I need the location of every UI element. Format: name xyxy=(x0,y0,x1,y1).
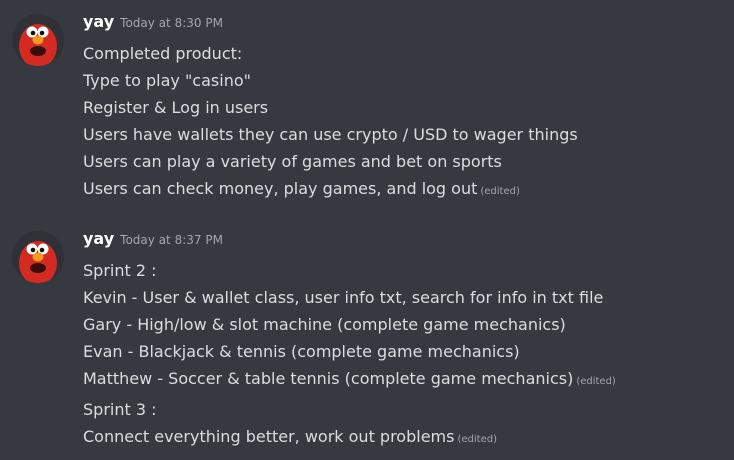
message-header: yay Today at 8:37 PM xyxy=(83,229,223,255)
followup-line: Sprint 3 : xyxy=(83,400,157,419)
message-line-last: Users can check money, play games, and l… xyxy=(83,175,723,202)
timestamp: Today at 8:37 PM xyxy=(120,233,223,247)
message-line: Users have wallets they can use crypto /… xyxy=(83,125,578,144)
message-line: Type to play "casino" xyxy=(83,71,251,90)
edited-label: (edited) xyxy=(480,186,520,197)
message-body: Sprint 2 : Kevin - User & wallet class, … xyxy=(83,257,723,450)
elmo-avatar-icon xyxy=(12,231,64,283)
message-text: Connect everything better, work out prob… xyxy=(83,427,455,446)
elmo-avatar-icon xyxy=(12,14,64,66)
message-line: Users can play a variety of games and be… xyxy=(83,152,502,171)
message-text: Users can check money, play games, and l… xyxy=(83,179,478,198)
user-avatar[interactable] xyxy=(12,231,64,283)
timestamp: Today at 8:30 PM xyxy=(120,16,223,30)
message-line: Kevin - User & wallet class, user info t… xyxy=(83,288,604,307)
username[interactable]: yay xyxy=(83,229,114,248)
message-line: Evan - Blackjack & tennis (complete game… xyxy=(83,342,520,361)
edited-label: (edited) xyxy=(457,434,497,445)
message-line-last: Matthew - Soccer & table tennis (complet… xyxy=(83,365,723,392)
message-line: Gary - High/low & slot machine (complete… xyxy=(83,315,566,334)
message-header: yay Today at 8:30 PM xyxy=(83,12,223,38)
username[interactable]: yay xyxy=(83,12,114,31)
message-body: Completed product: Type to play "casino"… xyxy=(83,40,723,202)
message-text: Matthew - Soccer & table tennis (complet… xyxy=(83,369,574,388)
message-line: Register & Log in users xyxy=(83,98,269,117)
user-avatar[interactable] xyxy=(12,14,64,66)
followup-line-last: Connect everything better, work out prob… xyxy=(83,423,723,450)
message-line: Completed product: xyxy=(83,44,243,63)
edited-label: (edited) xyxy=(576,376,616,387)
message-line: Sprint 2 : xyxy=(83,261,157,280)
